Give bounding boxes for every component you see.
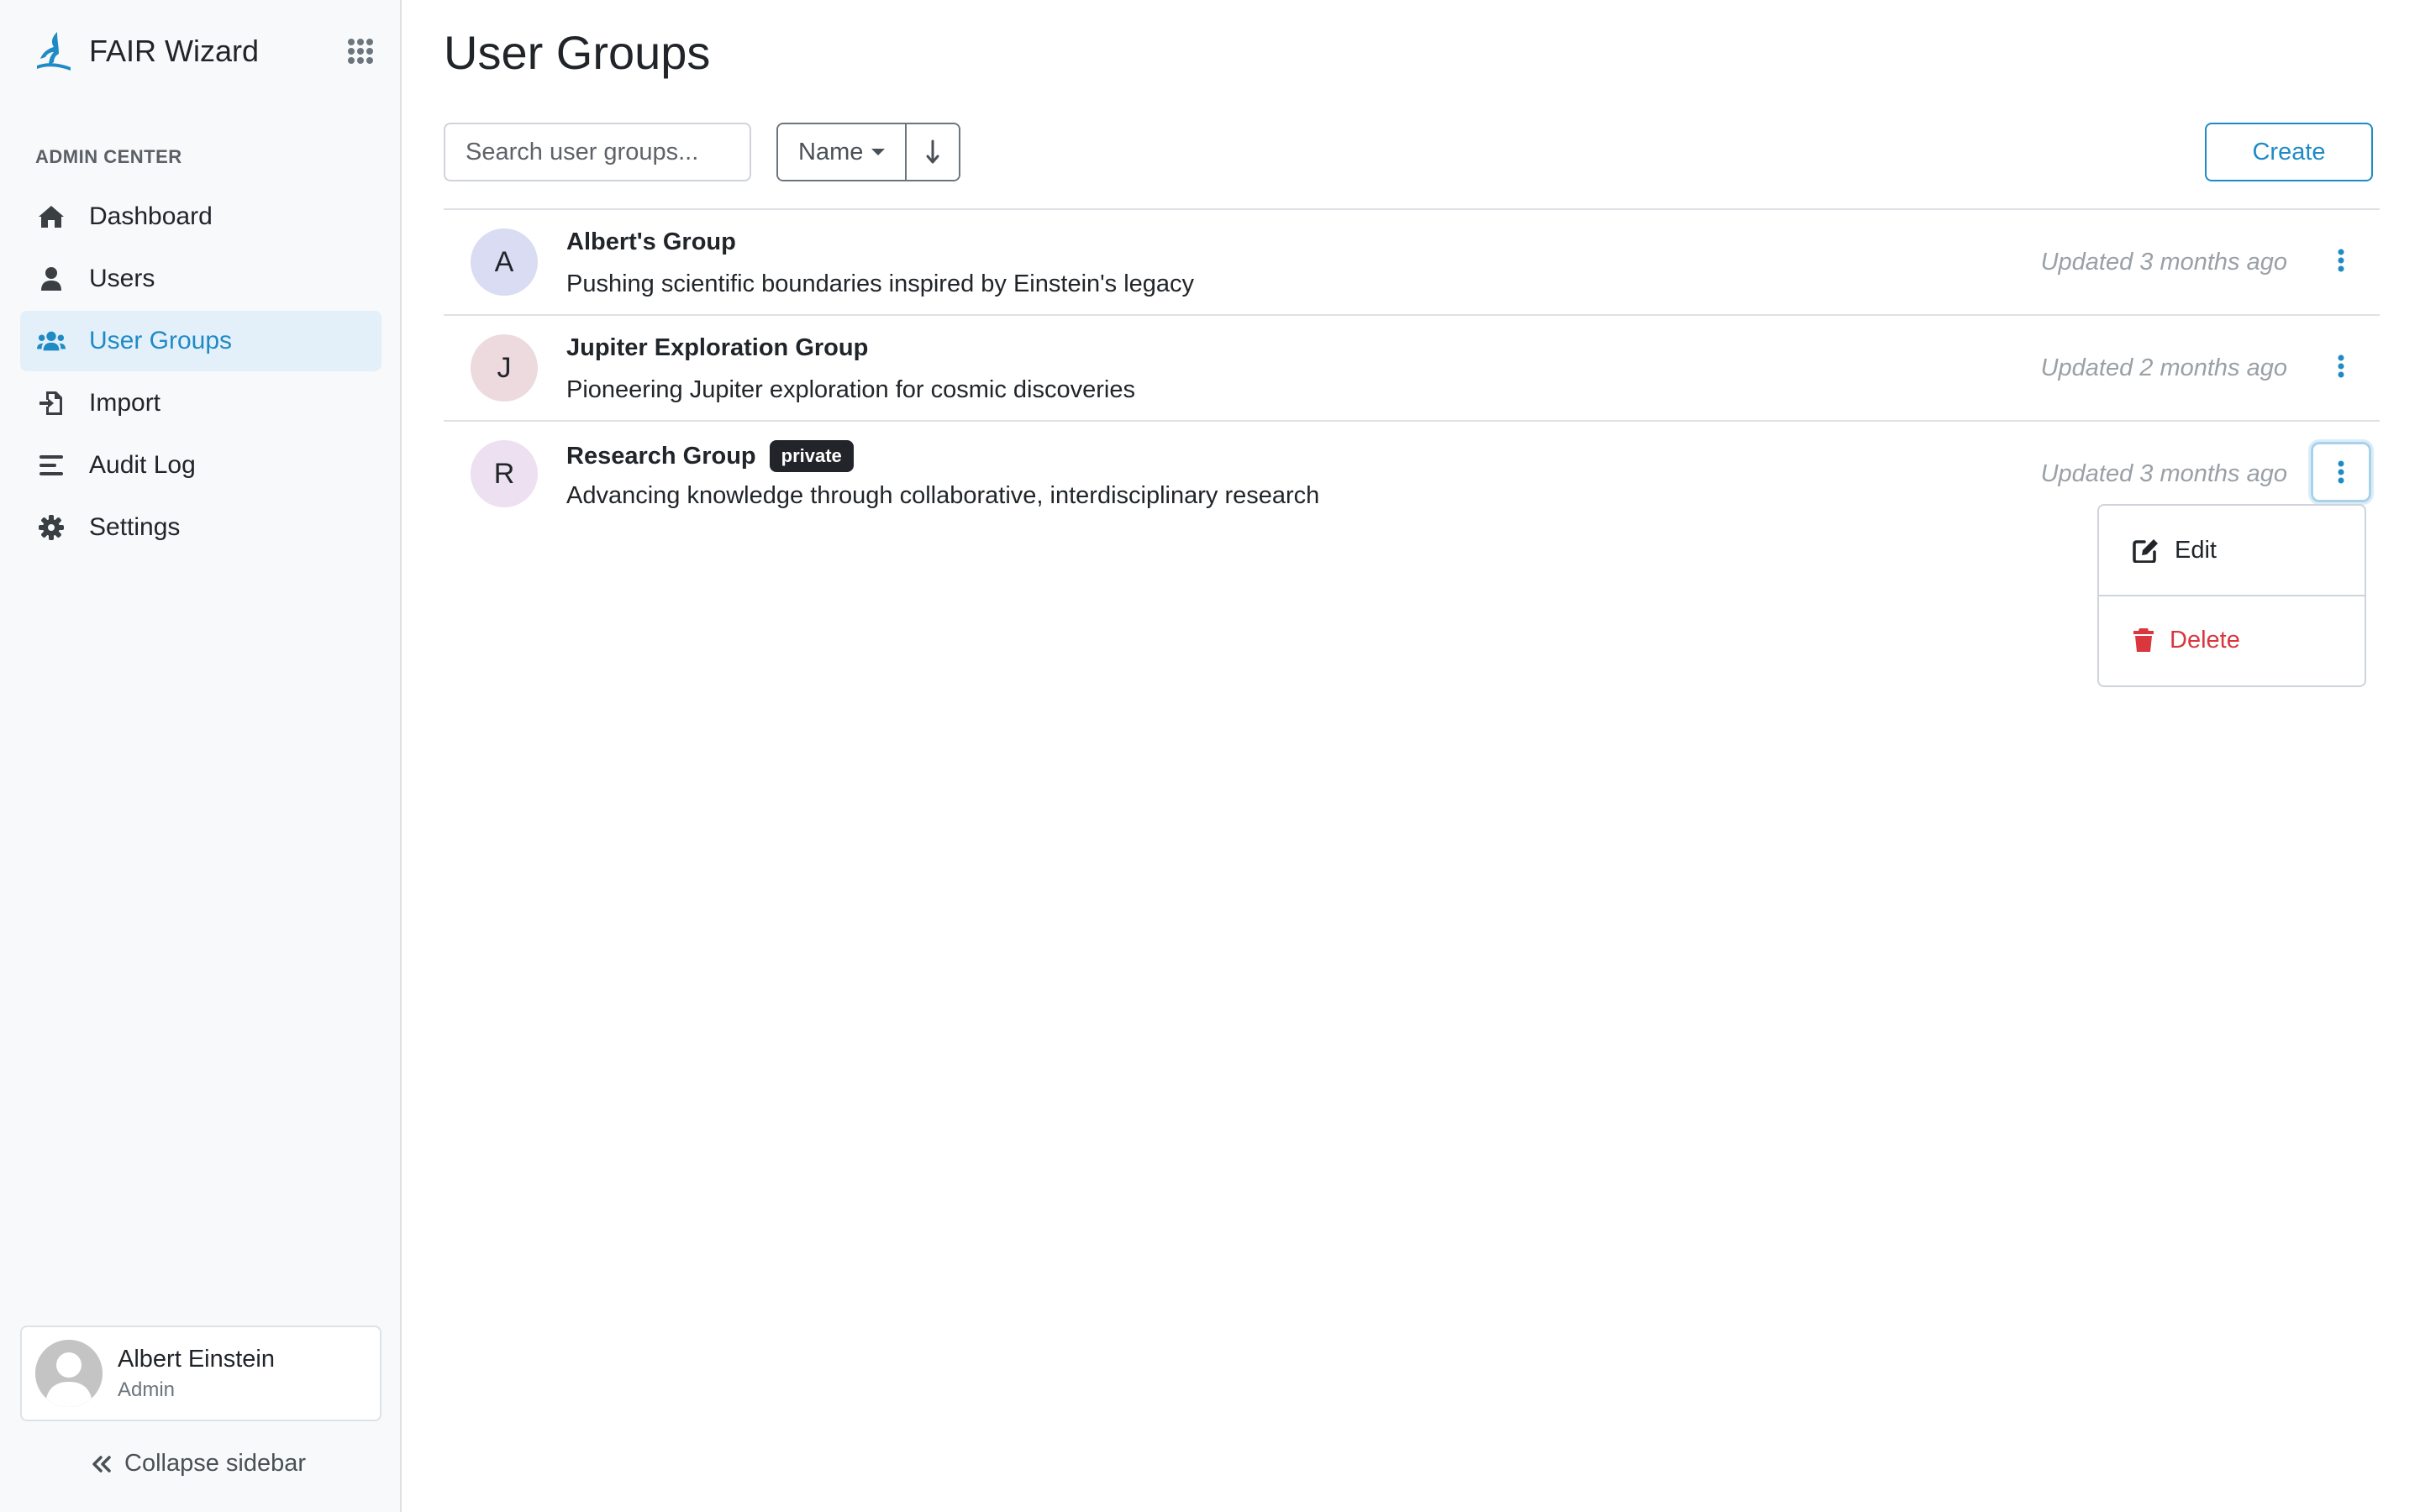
kebab-menu-icon <box>2338 249 2344 272</box>
profile-name: Albert Einstein <box>118 1345 275 1373</box>
user-group-list: A Albert's Group Pushing scientific boun… <box>444 208 2380 526</box>
app-name: FAIR Wizard <box>89 34 260 68</box>
sort-direction-button[interactable] <box>905 124 960 180</box>
sidebar-item-user-groups[interactable]: User Groups <box>20 311 381 371</box>
updated-timestamp: Updated 2 months ago <box>2040 354 2287 381</box>
page-title: User Groups <box>444 26 711 79</box>
sidebar-item-settings[interactable]: Settings <box>20 497 381 558</box>
delete-menu-item[interactable]: Delete <box>2099 595 2365 684</box>
brand[interactable]: FAIR Wizard <box>32 24 259 79</box>
users-icon <box>37 327 66 355</box>
collapse-sidebar-button[interactable]: Collapse sidebar <box>91 1450 306 1478</box>
updated-timestamp: Updated 3 months ago <box>2040 460 2287 487</box>
main-content: User Groups Name Create A Albert's Group… <box>402 0 2420 1512</box>
row-actions-button[interactable] <box>2311 336 2371 396</box>
profile-card[interactable]: Albert Einstein Admin <box>20 1326 381 1421</box>
sidebar-item-label: Audit Log <box>89 451 196 479</box>
sort-field-label: Name <box>798 138 864 165</box>
user-icon <box>37 265 66 293</box>
sidebar-item-label: User Groups <box>89 327 233 354</box>
arrow-down-icon <box>926 139 939 164</box>
group-avatar: R <box>471 440 538 507</box>
gear-icon <box>37 513 66 542</box>
avatar <box>35 1340 103 1407</box>
trash-icon <box>2133 628 2154 652</box>
caret-down-icon <box>871 149 886 155</box>
sidebar-menu: Dashboard Users User Groups Import Audit… <box>20 186 381 559</box>
home-icon <box>37 202 66 231</box>
profile-role: Admin <box>118 1378 176 1401</box>
sidebar-item-audit-log[interactable]: Audit Log <box>20 435 381 496</box>
group-avatar: A <box>471 228 538 296</box>
updated-timestamp: Updated 3 months ago <box>2040 249 2287 276</box>
app-root: FAIR Wizard ADMIN CENTER Dashboard Users… <box>0 0 2420 1512</box>
group-name[interactable]: Research Group <box>566 443 756 470</box>
delete-label: Delete <box>2170 626 2240 654</box>
row-actions-dropdown: Edit Delete <box>2097 504 2366 687</box>
list-item[interactable]: A Albert's Group Pushing scientific boun… <box>444 210 2380 316</box>
sidebar-item-label: Import <box>89 389 161 417</box>
group-name[interactable]: Jupiter Exploration Group <box>566 334 868 362</box>
group-description: Advancing knowledge through collaborativ… <box>566 482 1320 509</box>
search-input[interactable] <box>444 123 751 181</box>
sidebar-item-import[interactable]: Import <box>20 373 381 433</box>
sidebar-item-users[interactable]: Users <box>20 249 381 309</box>
sidebar: FAIR Wizard ADMIN CENTER Dashboard Users… <box>0 0 402 1512</box>
row-actions-button[interactable] <box>2311 442 2371 502</box>
group-avatar: J <box>471 334 538 402</box>
edit-menu-item[interactable]: Edit <box>2099 506 2365 595</box>
list-item[interactable]: R Research Group private Advancing knowl… <box>444 422 2380 526</box>
fair-wizard-logo-icon <box>37 32 71 71</box>
row-actions-button[interactable] <box>2311 230 2371 291</box>
group-description: Pioneering Jupiter exploration for cosmi… <box>566 376 1135 403</box>
import-icon <box>37 389 66 417</box>
apps-grid-icon[interactable] <box>346 37 375 66</box>
edit-label: Edit <box>2175 536 2217 564</box>
private-badge: private <box>769 440 854 472</box>
chevrons-left-icon <box>92 1455 111 1473</box>
kebab-menu-icon <box>2338 460 2344 484</box>
list-item[interactable]: J Jupiter Exploration Group Pioneering J… <box>444 316 2380 422</box>
edit-icon <box>2133 539 2158 563</box>
kebab-menu-icon <box>2338 354 2344 378</box>
list-icon <box>37 451 66 480</box>
collapse-sidebar-label: Collapse sidebar <box>124 1450 307 1477</box>
group-name[interactable]: Albert's Group <box>566 228 736 256</box>
sort-controls: Name <box>776 123 961 181</box>
sidebar-item-label: Settings <box>89 513 181 541</box>
sidebar-item-label: Dashboard <box>89 202 213 230</box>
section-title-admin-center: ADMIN CENTER <box>35 146 182 167</box>
sort-field-dropdown[interactable]: Name <box>778 124 906 180</box>
group-description: Pushing scientific boundaries inspired b… <box>566 270 1195 297</box>
create-button[interactable]: Create <box>2205 123 2373 181</box>
sidebar-item-label: Users <box>89 265 155 292</box>
sidebar-item-dashboard[interactable]: Dashboard <box>20 186 381 247</box>
